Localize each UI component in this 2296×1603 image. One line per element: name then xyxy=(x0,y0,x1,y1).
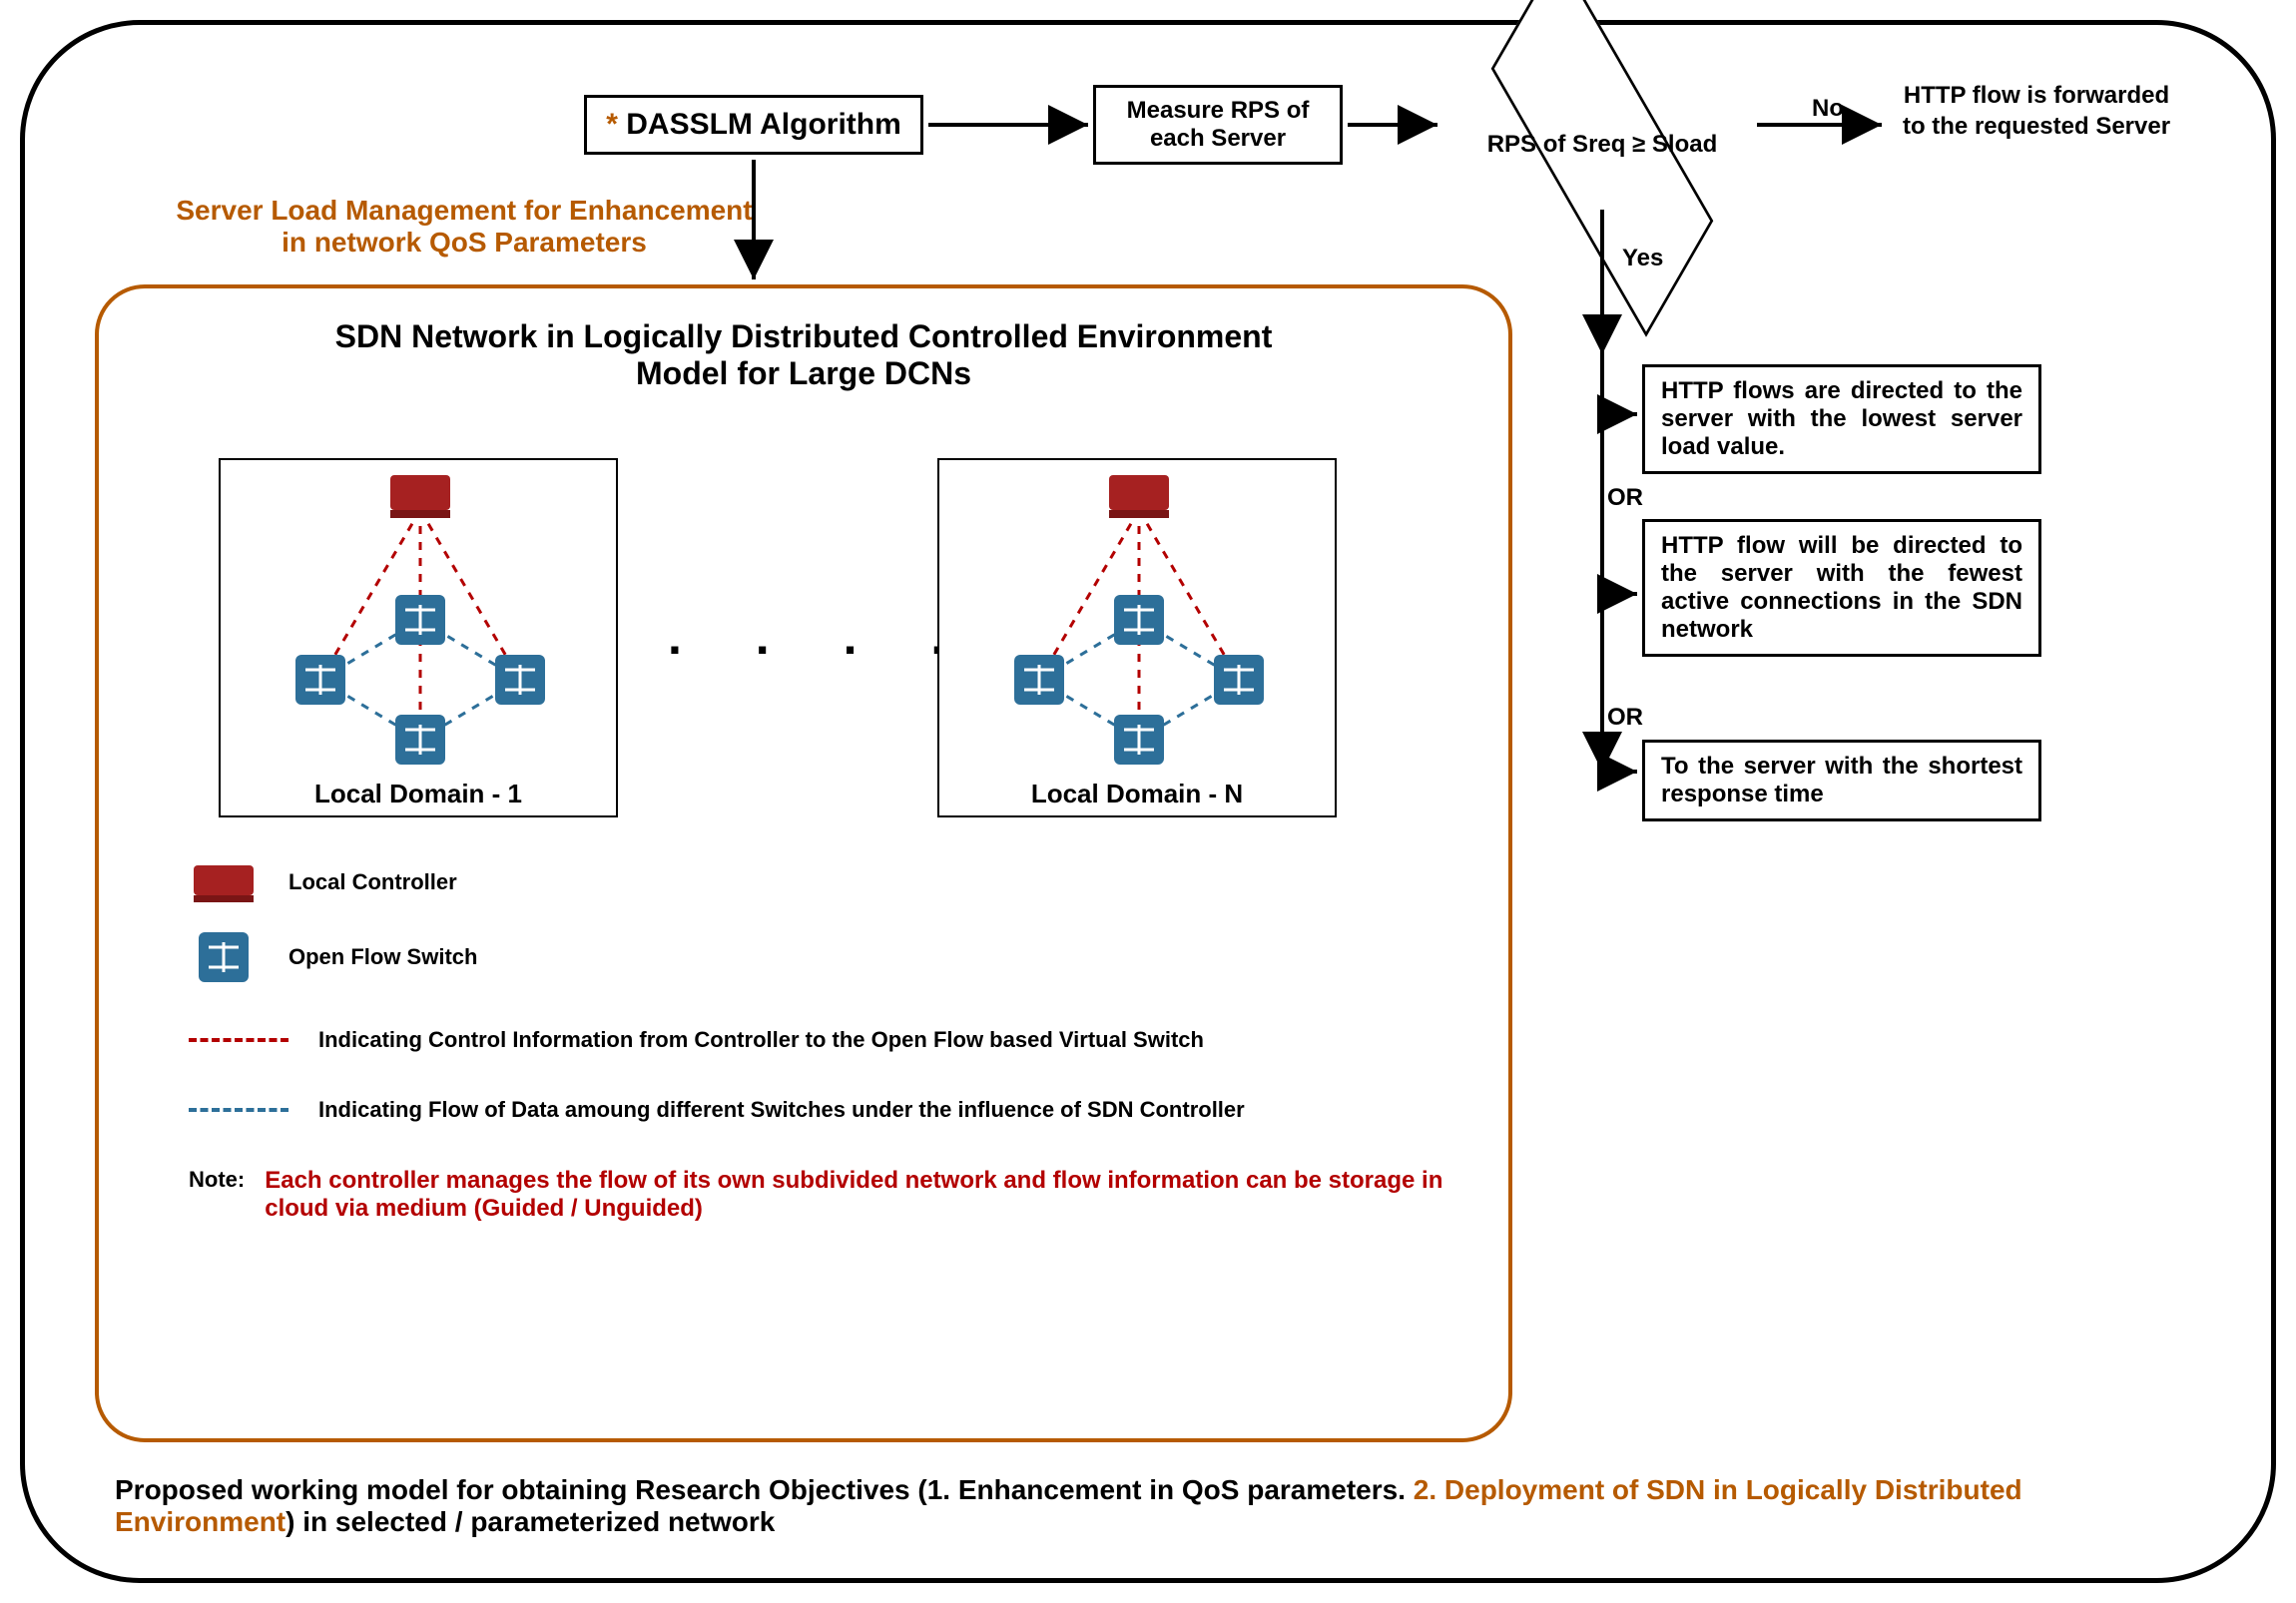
yes-label: Yes xyxy=(1622,245,1663,272)
domain-n-topology xyxy=(939,460,1339,790)
footer-part3: ) in selected / parameterized network xyxy=(286,1506,775,1537)
footer-part1: Proposed working model for obtaining Res… xyxy=(115,1474,1414,1505)
legend-note: Note: Each controller manages the flow o… xyxy=(189,1167,1516,1223)
legend-blue-text: Indicating Flow of Data amoung different… xyxy=(318,1097,1387,1123)
decision-label: RPS of Sreq ≥ Sload xyxy=(1487,131,1718,159)
option-2-text: HTTP flow will be directed to the server… xyxy=(1661,532,2022,643)
no-label: No xyxy=(1812,95,1844,123)
option-3-box: To the server with the shortest response… xyxy=(1642,740,2041,821)
model-title-line1: SDN Network in Logically Distributed Con… xyxy=(99,318,1508,355)
algorithm-title: DASSLM Algorithm xyxy=(626,108,901,141)
legend-switch: Open Flow Switch xyxy=(189,927,1387,987)
red-dash-sample xyxy=(189,1038,288,1042)
domain-1: Local Domain - 1 xyxy=(219,458,618,817)
algorithm-box: * DASSLM Algorithm xyxy=(584,95,923,155)
controller-icon xyxy=(390,475,450,518)
decision-diamond: RPS of Sreq ≥ Sload xyxy=(1452,80,1752,210)
note-label: Note: xyxy=(189,1167,245,1223)
legend-red-text: Indicating Control Information from Cont… xyxy=(318,1027,1387,1053)
or-label-2: OR xyxy=(1607,704,1643,732)
blue-dash-sample xyxy=(189,1108,288,1112)
domain-n-label: Local Domain - N xyxy=(939,779,1335,809)
controller-icon xyxy=(189,857,259,907)
model-title-line2: Model for Large DCNs xyxy=(99,355,1508,392)
model-panel: SDN Network in Logically Distributed Con… xyxy=(95,284,1512,1442)
switch-icons xyxy=(1014,595,1264,765)
subtitle-line1: Server Load Management for Enhancement xyxy=(115,195,814,227)
measure-box: Measure RPS of each Server xyxy=(1093,85,1343,165)
option-1-box: HTTP flows are directed to the server wi… xyxy=(1642,364,2041,474)
forward-text: HTTP flow is forwarded to the requested … xyxy=(1892,80,2181,142)
or-label-1: OR xyxy=(1607,484,1643,512)
legend-blue-dash: Indicating Flow of Data amoung different… xyxy=(189,1097,1387,1123)
domain-1-topology xyxy=(221,460,620,790)
measure-label: Measure RPS of each Server xyxy=(1110,97,1326,153)
subtitle: Server Load Management for Enhancement i… xyxy=(115,195,814,259)
outer-frame: * DASSLM Algorithm Measure RPS of each S… xyxy=(20,20,2276,1583)
option-2-box: HTTP flow will be directed to the server… xyxy=(1642,519,2041,657)
subtitle-line2: in network QoS Parameters xyxy=(115,227,814,259)
footer-caption: Proposed working model for obtaining Res… xyxy=(115,1474,2191,1538)
controller-icon xyxy=(1109,475,1169,518)
legend-red-dash: Indicating Control Information from Cont… xyxy=(189,1027,1387,1053)
legend-controller: Local Controller xyxy=(189,857,1387,907)
domain-n: Local Domain - N xyxy=(937,458,1337,817)
model-title: SDN Network in Logically Distributed Con… xyxy=(99,318,1508,392)
switch-icons xyxy=(295,595,545,765)
domain-1-label: Local Domain - 1 xyxy=(221,779,616,809)
legend-switch-text: Open Flow Switch xyxy=(288,944,1387,970)
option-1-text: HTTP flows are directed to the server wi… xyxy=(1661,377,2022,460)
note-text: Each controller manages the flow of its … xyxy=(265,1167,1462,1223)
option-3-text: To the server with the shortest response… xyxy=(1661,753,2022,807)
asterisk: * xyxy=(606,108,618,141)
switch-icon xyxy=(189,927,259,987)
legend-controller-text: Local Controller xyxy=(288,869,1387,895)
